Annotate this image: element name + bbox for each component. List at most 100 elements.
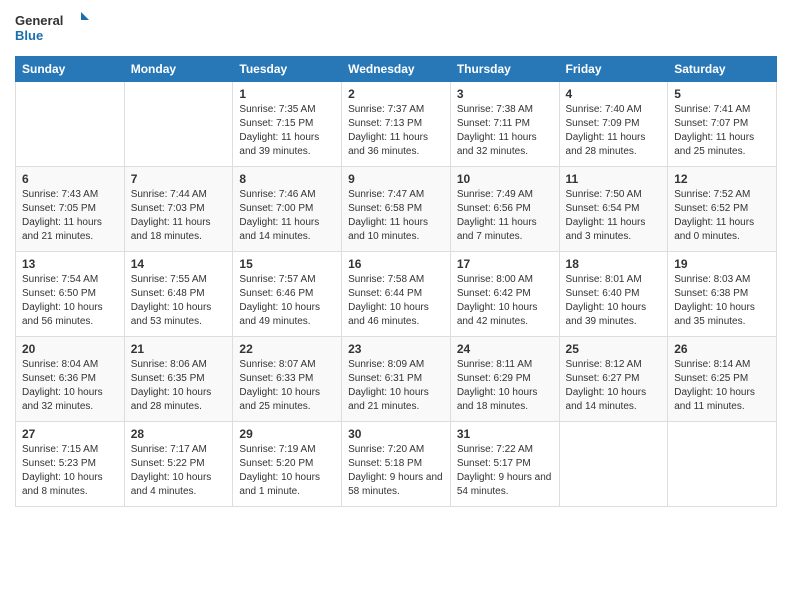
day-info: Sunrise: 8:11 AMSunset: 6:29 PMDaylight:… — [457, 358, 553, 414]
day-info: Sunrise: 7:50 AMSunset: 6:54 PMDaylight:… — [566, 188, 662, 244]
header: General Blue — [15, 10, 777, 48]
calendar-cell: 12Sunrise: 7:52 AMSunset: 6:52 PMDayligh… — [668, 167, 777, 252]
day-number: 22 — [239, 342, 335, 356]
day-info: Sunrise: 7:37 AMSunset: 7:13 PMDaylight:… — [348, 103, 444, 159]
day-info: Sunrise: 8:12 AMSunset: 6:27 PMDaylight:… — [566, 358, 662, 414]
day-info: Sunrise: 7:55 AMSunset: 6:48 PMDaylight:… — [131, 273, 227, 329]
day-number: 7 — [131, 172, 227, 186]
calendar-cell: 27 Sunrise: 7:15 AMSunset: 5:23 PMDayligh… — [16, 422, 125, 507]
calendar-cell: 1 Sunrise: 7:35 AMSunset: 7:15 PMDaylight… — [233, 82, 342, 167]
day-info: Sunrise: 8:06 AMSunset: 6:35 PMDaylight:… — [131, 358, 227, 414]
day-number: 1 — [239, 87, 335, 101]
day-info: Sunrise: 7:57 AMSunset: 6:46 PMDaylight:… — [239, 273, 335, 329]
day-number: 26 — [674, 342, 770, 356]
day-number: 28 — [131, 427, 227, 441]
calendar-cell: 10 Sunrise: 7:49 AMSunset: 6:56 PMDayligh… — [450, 167, 559, 252]
day-info: Sunrise: 7:19 AMSunset: 5:20 PMDaylight:… — [239, 443, 335, 499]
day-info: Sunrise: 8:14 AMSunset: 6:25 PMDaylight:… — [674, 358, 770, 414]
col-monday: Monday — [124, 57, 233, 82]
day-number: 10 — [457, 172, 553, 186]
day-info: Sunrise: 7:43 AMSunset: 7:05 PMDaylight:… — [22, 188, 118, 244]
day-info: Sunrise: 7:40 AMSunset: 7:09 PMDaylight:… — [566, 103, 662, 159]
day-number: 9 — [348, 172, 444, 186]
calendar-cell: 13 Sunrise: 7:54 AMSunset: 6:50 PMDayligh… — [16, 252, 125, 337]
calendar-cell: 26 Sunrise: 8:14 AMSunset: 6:25 PMDayligh… — [668, 337, 777, 422]
calendar-cell: 6Sunrise: 7:43 AMSunset: 7:05 PMDaylight… — [16, 167, 125, 252]
day-number: 13 — [22, 257, 118, 271]
day-number: 2 — [348, 87, 444, 101]
calendar-cell: 18 Sunrise: 8:01 AMSunset: 6:40 PMDayligh… — [559, 252, 668, 337]
calendar-cell: 19 Sunrise: 8:03 AMSunset: 6:38 PMDayligh… — [668, 252, 777, 337]
calendar-cell: 4Sunrise: 7:40 AMSunset: 7:09 PMDaylight… — [559, 82, 668, 167]
calendar-cell: 24 Sunrise: 8:11 AMSunset: 6:29 PMDayligh… — [450, 337, 559, 422]
col-tuesday: Tuesday — [233, 57, 342, 82]
day-number: 27 — [22, 427, 118, 441]
col-wednesday: Wednesday — [342, 57, 451, 82]
col-thursday: Thursday — [450, 57, 559, 82]
calendar-cell — [668, 422, 777, 507]
calendar-table: Sunday Monday Tuesday Wednesday Thursday… — [15, 56, 777, 507]
day-info: Sunrise: 8:09 AMSunset: 6:31 PMDaylight:… — [348, 358, 444, 414]
calendar-cell: 11 Sunrise: 7:50 AMSunset: 6:54 PMDayligh… — [559, 167, 668, 252]
day-number: 14 — [131, 257, 227, 271]
day-info: Sunrise: 7:49 AMSunset: 6:56 PMDaylight:… — [457, 188, 553, 244]
calendar-cell: 14 Sunrise: 7:55 AMSunset: 6:48 PMDayligh… — [124, 252, 233, 337]
day-number: 20 — [22, 342, 118, 356]
calendar-cell: 15Sunrise: 7:57 AMSunset: 6:46 PMDayligh… — [233, 252, 342, 337]
calendar-cell: 17Sunrise: 8:00 AMSunset: 6:42 PMDayligh… — [450, 252, 559, 337]
logo-svg: General Blue — [15, 10, 95, 48]
calendar-cell: 2 Sunrise: 7:37 AMSunset: 7:13 PMDaylight… — [342, 82, 451, 167]
week-row-3: 13 Sunrise: 7:54 AMSunset: 6:50 PMDayligh… — [16, 252, 777, 337]
day-info: Sunrise: 7:15 AMSunset: 5:23 PMDaylight:… — [22, 443, 118, 499]
header-row: Sunday Monday Tuesday Wednesday Thursday… — [16, 57, 777, 82]
day-info: Sunrise: 7:20 AMSunset: 5:18 PMDaylight:… — [348, 443, 444, 499]
calendar-cell — [559, 422, 668, 507]
day-number: 29 — [239, 427, 335, 441]
day-number: 8 — [239, 172, 335, 186]
day-number: 24 — [457, 342, 553, 356]
week-row-2: 6Sunrise: 7:43 AMSunset: 7:05 PMDaylight… — [16, 167, 777, 252]
day-number: 19 — [674, 257, 770, 271]
calendar-cell: 28 Sunrise: 7:17 AMSunset: 5:22 PMDayligh… — [124, 422, 233, 507]
day-info: Sunrise: 7:54 AMSunset: 6:50 PMDaylight:… — [22, 273, 118, 329]
day-info: Sunrise: 8:00 AMSunset: 6:42 PMDaylight:… — [457, 273, 553, 329]
day-number: 18 — [566, 257, 662, 271]
week-row-1: 1 Sunrise: 7:35 AMSunset: 7:15 PMDaylight… — [16, 82, 777, 167]
calendar-cell: 3 Sunrise: 7:38 AMSunset: 7:11 PMDaylight… — [450, 82, 559, 167]
calendar-cell: 25 Sunrise: 8:12 AMSunset: 6:27 PMDayligh… — [559, 337, 668, 422]
day-info: Sunrise: 8:04 AMSunset: 6:36 PMDaylight:… — [22, 358, 118, 414]
col-saturday: Saturday — [668, 57, 777, 82]
day-number: 16 — [348, 257, 444, 271]
calendar-cell: 8Sunrise: 7:46 AMSunset: 7:00 PMDaylight… — [233, 167, 342, 252]
day-info: Sunrise: 7:17 AMSunset: 5:22 PMDaylight:… — [131, 443, 227, 499]
page: General Blue Sunday Monday Tuesday Wedne… — [0, 0, 792, 612]
calendar-cell: 22Sunrise: 8:07 AMSunset: 6:33 PMDayligh… — [233, 337, 342, 422]
calendar-cell: 20 Sunrise: 8:04 AMSunset: 6:36 PMDayligh… — [16, 337, 125, 422]
week-row-5: 27 Sunrise: 7:15 AMSunset: 5:23 PMDayligh… — [16, 422, 777, 507]
day-number: 3 — [457, 87, 553, 101]
calendar-cell: 9Sunrise: 7:47 AMSunset: 6:58 PMDaylight… — [342, 167, 451, 252]
day-number: 11 — [566, 172, 662, 186]
calendar-cell: 21 Sunrise: 8:06 AMSunset: 6:35 PMDayligh… — [124, 337, 233, 422]
day-number: 5 — [674, 87, 770, 101]
day-info: Sunrise: 7:22 AMSunset: 5:17 PMDaylight:… — [457, 443, 553, 499]
day-number: 21 — [131, 342, 227, 356]
day-info: Sunrise: 7:35 AMSunset: 7:15 PMDaylight:… — [239, 103, 335, 159]
svg-text:General: General — [15, 13, 63, 28]
day-number: 25 — [566, 342, 662, 356]
col-sunday: Sunday — [16, 57, 125, 82]
day-number: 30 — [348, 427, 444, 441]
calendar-cell — [124, 82, 233, 167]
calendar-cell: 30 Sunrise: 7:20 AMSunset: 5:18 PMDayligh… — [342, 422, 451, 507]
day-number: 31 — [457, 427, 553, 441]
day-info: Sunrise: 8:01 AMSunset: 6:40 PMDaylight:… — [566, 273, 662, 329]
calendar-cell — [16, 82, 125, 167]
day-info: Sunrise: 7:44 AMSunset: 7:03 PMDaylight:… — [131, 188, 227, 244]
day-number: 12 — [674, 172, 770, 186]
day-info: Sunrise: 7:38 AMSunset: 7:11 PMDaylight:… — [457, 103, 553, 159]
calendar-cell: 5Sunrise: 7:41 AMSunset: 7:07 PMDaylight… — [668, 82, 777, 167]
calendar-cell: 7 Sunrise: 7:44 AMSunset: 7:03 PMDaylight… — [124, 167, 233, 252]
calendar-cell: 29 Sunrise: 7:19 AMSunset: 5:20 PMDayligh… — [233, 422, 342, 507]
day-info: Sunrise: 8:03 AMSunset: 6:38 PMDaylight:… — [674, 273, 770, 329]
calendar-cell: 23Sunrise: 8:09 AMSunset: 6:31 PMDayligh… — [342, 337, 451, 422]
